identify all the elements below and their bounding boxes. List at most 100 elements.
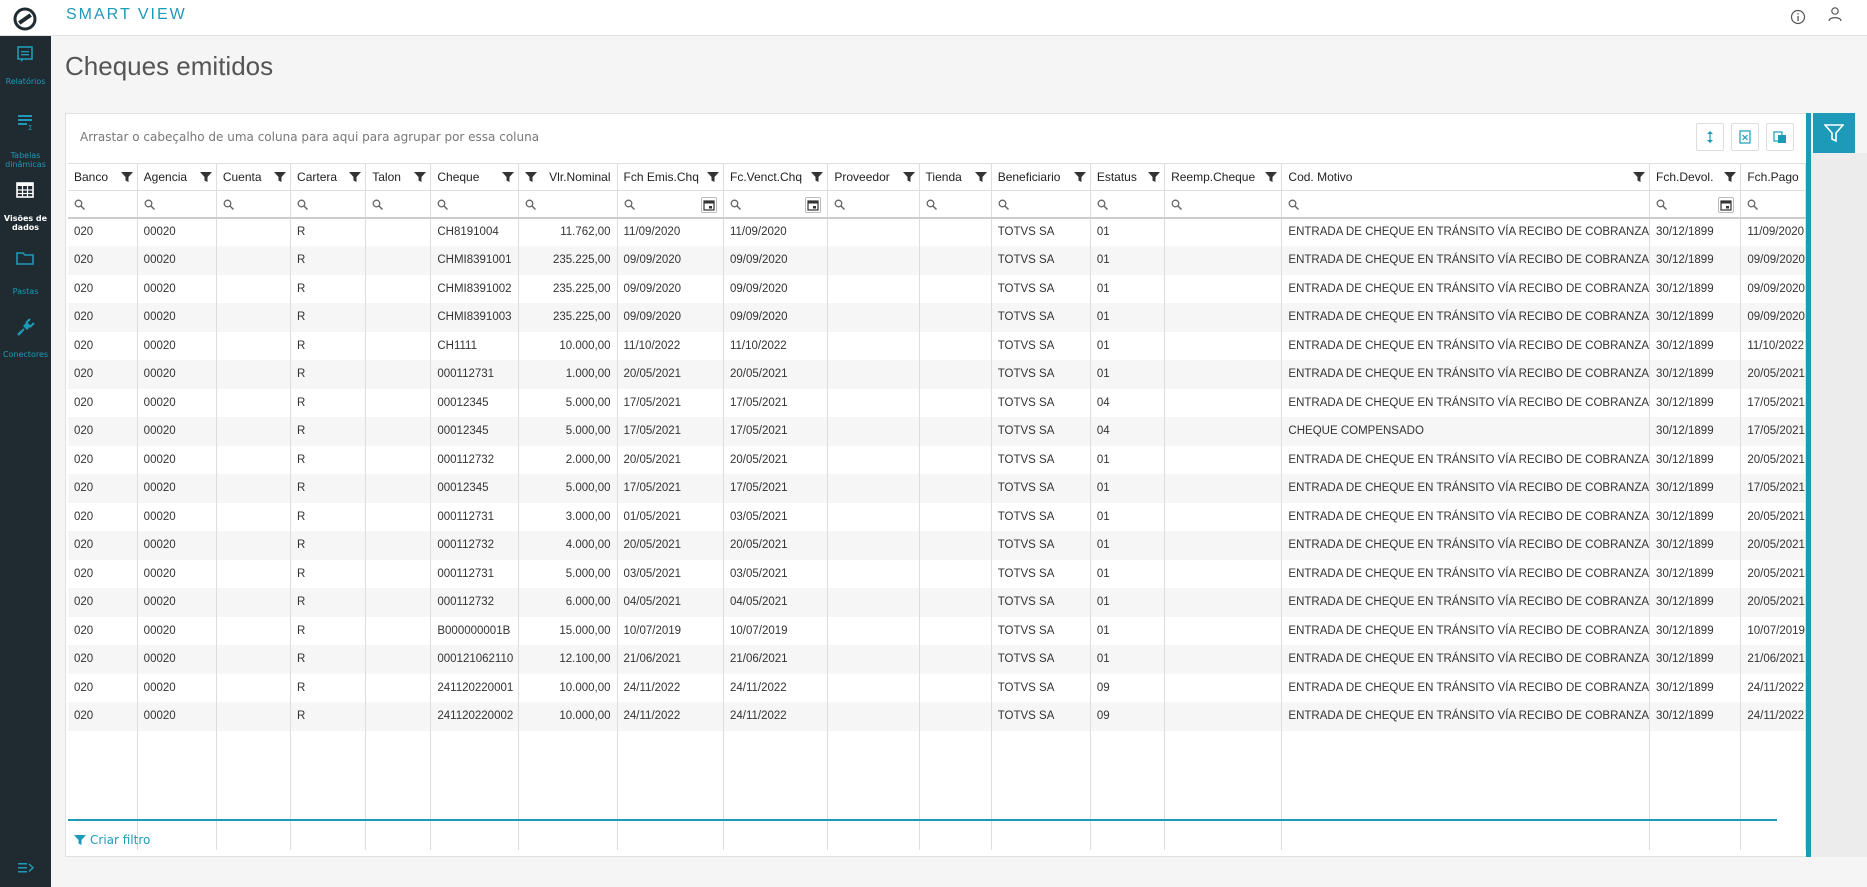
collapse-menu-icon[interactable]	[18, 861, 34, 875]
nav-item-visoes-de-dados[interactable]: Visões de dados	[0, 172, 51, 240]
column-filter-icon[interactable]	[974, 171, 987, 183]
column-header[interactable]: Agencia	[137, 163, 217, 191]
horizontal-scrollbar[interactable]	[68, 819, 1777, 821]
column-filter-icon[interactable]	[525, 171, 538, 183]
nav-item-pastas[interactable]: Pastas	[0, 240, 51, 308]
column-filter-icon[interactable]	[274, 171, 287, 183]
table-cell	[1164, 445, 1283, 474]
nav-item-conectores[interactable]: Conectores	[0, 308, 51, 376]
nav-item-tabelas-dinamicas[interactable]: Σ Tabelas dinâmicas	[0, 104, 51, 172]
table-cell: 30/12/1899	[1649, 388, 1742, 417]
column-header[interactable]: Cheque	[430, 163, 520, 191]
table-cell: 20/05/2021	[723, 445, 829, 474]
table-row[interactable]: 020 00020 R CHMI8391003 235.225,00 09/09/2020…	[68, 303, 1806, 332]
column-header[interactable]: Fc.Venct.Chq	[723, 163, 829, 191]
table-row[interactable]: 020 00020 R CHMI8391002 235.225,00 09/09/2020…	[68, 274, 1806, 303]
column-filter-icon[interactable]	[902, 171, 915, 183]
column-header[interactable]: Fch.Pago	[1740, 163, 1806, 191]
info-icon[interactable]	[1789, 8, 1807, 26]
column-header[interactable]: Fch.Devol.	[1649, 163, 1742, 191]
table-row[interactable]: 020 00020 R B000000001B 15.000,00 10/07/2019 1…	[68, 616, 1806, 645]
column-filter-input[interactable]	[919, 190, 992, 219]
table-cell: 020	[68, 673, 138, 702]
column-filter-input[interactable]	[1649, 190, 1742, 219]
table-row[interactable]: 020 00020 R CH8191004 11.762,00 11/09/2020 11/…	[68, 217, 1806, 246]
column-filter-icon[interactable]	[502, 171, 515, 183]
column-filter-icon[interactable]	[1148, 171, 1161, 183]
nav-item-relatorios[interactable]: Relatórios	[0, 36, 51, 104]
export-excel-button[interactable]	[1731, 123, 1759, 151]
table-cell: TOTVS SA	[991, 217, 1091, 246]
column-filter-input[interactable]	[1090, 190, 1166, 219]
filter-panel-toggle[interactable]	[1813, 113, 1855, 153]
column-filter-icon[interactable]	[706, 171, 719, 183]
column-filter-input[interactable]	[365, 190, 432, 219]
table-cell: 01	[1090, 445, 1166, 474]
column-filter-input[interactable]	[827, 190, 920, 219]
table-row[interactable]: 020 00020 R 000112732 6.000,00 04/05/2021 04/0…	[68, 588, 1806, 617]
totvs-logo-icon[interactable]	[10, 4, 40, 34]
table-cell	[216, 645, 292, 674]
column-header[interactable]: Tienda	[919, 163, 992, 191]
column-header[interactable]: Reemp.Cheque	[1164, 163, 1283, 191]
column-filter-icon[interactable]	[414, 171, 427, 183]
export-copy-button[interactable]	[1766, 123, 1794, 151]
table-row[interactable]: 020 00020 R CHMI8391001 235.225,00 09/09/2020…	[68, 246, 1806, 275]
column-filter-input[interactable]	[1164, 190, 1283, 219]
column-header[interactable]: Beneficiario	[991, 163, 1091, 191]
table-cell	[827, 559, 920, 588]
table-row[interactable]: 020 00020 R 00012345 5.000,00 17/05/2021 17/05…	[68, 474, 1806, 503]
column-filter-input[interactable]	[137, 190, 217, 219]
column-header[interactable]: Vlr.Nominal	[518, 163, 618, 191]
table-row[interactable]: 020 00020 R 000112731 5.000,00 03/05/2021 03/0…	[68, 559, 1806, 588]
table-cell	[919, 531, 992, 560]
calendar-icon[interactable]	[1718, 197, 1735, 213]
column-filter-input[interactable]	[1281, 190, 1651, 219]
column-filter-input[interactable]	[991, 190, 1091, 219]
column-filter-input[interactable]	[518, 190, 618, 219]
column-filter-icon[interactable]	[1265, 171, 1278, 183]
calendar-icon[interactable]	[805, 197, 822, 213]
column-filter-icon[interactable]	[349, 171, 362, 183]
column-filter-input[interactable]	[617, 190, 724, 219]
column-filter-icon[interactable]	[1073, 171, 1086, 183]
table-row[interactable]: 020 00020 R 241120220001 10.000,00 24/11/2022…	[68, 673, 1806, 702]
column-header[interactable]: Fch Emis.Chq	[617, 163, 724, 191]
empty-cell	[617, 730, 724, 850]
column-filter-input[interactable]	[216, 190, 292, 219]
column-header[interactable]: Proveedor	[827, 163, 920, 191]
column-filter-input[interactable]	[723, 190, 829, 219]
table-row[interactable]: 020 00020 R 00012345 5.000,00 17/05/2021 17/05…	[68, 417, 1806, 446]
column-filter-input[interactable]	[68, 190, 138, 219]
table-row[interactable]: 020 00020 R 241120220002 10.000,00 24/11/2022…	[68, 702, 1806, 731]
column-filter-icon[interactable]	[199, 171, 212, 183]
table-row[interactable]: 020 00020 R 00012345 5.000,00 17/05/2021 17/05…	[68, 388, 1806, 417]
table-row[interactable]: 020 00020 R 000112731 3.000,00 01/05/2021 03/0…	[68, 502, 1806, 531]
column-header[interactable]: Banco	[68, 163, 138, 191]
column-header[interactable]: Cod. Motivo	[1281, 163, 1651, 191]
table-row[interactable]: 020 00020 R CH1111 10.000,00 11/10/2022 11/10/…	[68, 331, 1806, 360]
column-filter-icon[interactable]	[120, 171, 133, 183]
group-by-drop-area[interactable]: Arrastar o cabeçalho de uma coluna para …	[80, 130, 539, 144]
table-cell: TOTVS SA	[991, 417, 1091, 446]
column-filter-input[interactable]	[290, 190, 367, 219]
column-header[interactable]: Cuenta	[216, 163, 292, 191]
column-header[interactable]: Estatus	[1090, 163, 1166, 191]
column-filter-icon[interactable]	[1633, 171, 1646, 183]
column-filter-input[interactable]	[430, 190, 520, 219]
column-header[interactable]: Cartera	[290, 163, 367, 191]
column-filter-icon[interactable]	[811, 171, 824, 183]
column-filter-input[interactable]	[1740, 190, 1806, 219]
column-filter-icon[interactable]	[1724, 171, 1737, 183]
table-row[interactable]: 020 00020 R 000112731 1.000,00 20/05/2021 20/0…	[68, 360, 1806, 389]
column-header[interactable]: Talon	[365, 163, 432, 191]
create-filter-link[interactable]: Criar filtro	[74, 833, 150, 847]
column-chooser-button[interactable]	[1696, 123, 1724, 151]
table-row[interactable]: 020 00020 R 000112732 4.000,00 20/05/2021 20/0…	[68, 531, 1806, 560]
user-icon[interactable]	[1826, 5, 1844, 23]
table-row[interactable]: 020 00020 R 000112732 2.000,00 20/05/2021 20/0…	[68, 445, 1806, 474]
table-cell: 09/09/2020	[617, 274, 724, 303]
calendar-icon[interactable]	[700, 197, 717, 213]
table-row[interactable]: 020 00020 R 000121062110 12.100,00 21/06/2021…	[68, 645, 1806, 674]
table-cell: 30/12/1899	[1649, 360, 1742, 389]
